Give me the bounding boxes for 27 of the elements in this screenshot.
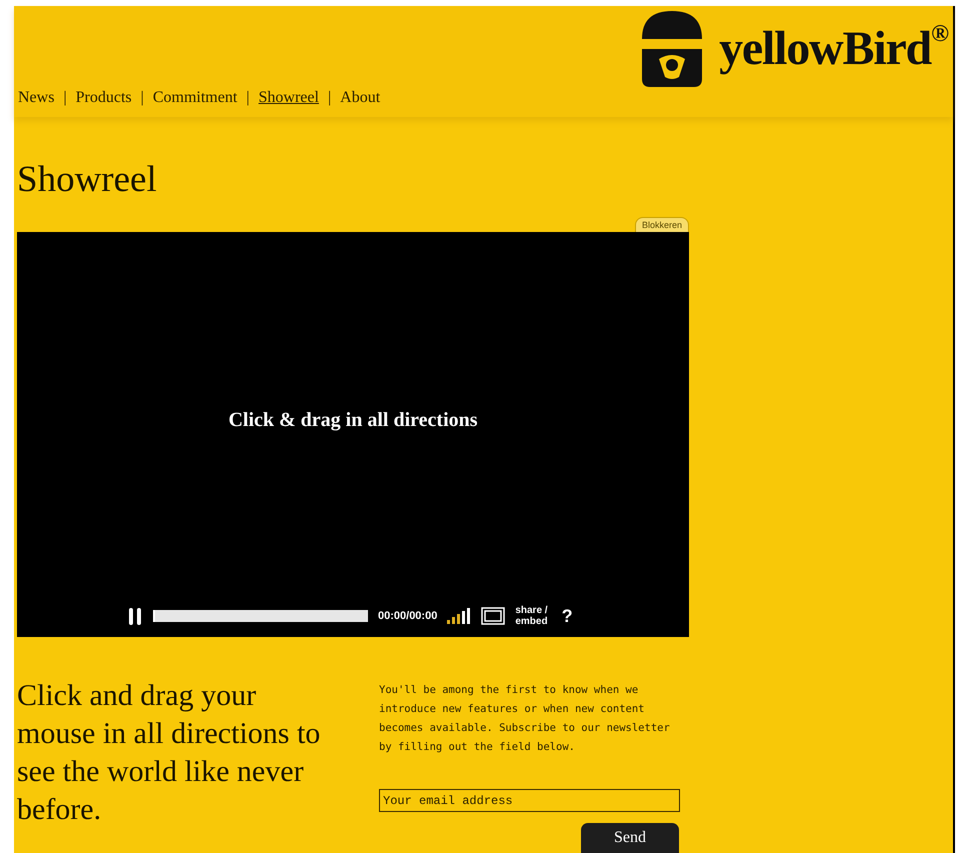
progress-track[interactable] bbox=[153, 610, 368, 622]
nav-link[interactable]: About bbox=[340, 86, 380, 110]
nav-link[interactable]: News bbox=[18, 86, 54, 110]
nav-separator: | bbox=[140, 88, 144, 108]
block-tab[interactable]: Blokkeren bbox=[634, 217, 689, 232]
help-button[interactable]: ? bbox=[562, 602, 573, 630]
pause-icon bbox=[129, 608, 141, 624]
share-embed-button[interactable]: share / embed bbox=[515, 605, 548, 627]
nav-separator: | bbox=[63, 88, 67, 108]
video-player[interactable]: Click & drag in all directions 00:00/00:00 share / embed ? bbox=[17, 232, 689, 637]
registered-mark: ® bbox=[931, 21, 949, 47]
nav-link[interactable]: Products bbox=[76, 86, 132, 110]
tagline: Click and drag your mouse in all directions to see the world like never before. bbox=[17, 678, 322, 828]
video-overlay-text: Click & drag in all directions bbox=[228, 408, 478, 432]
newsletter-text: You'll be among the first to know when we introduce new features or when new content becomes available. Subscribe to our newsletter by filling out the field below. bbox=[379, 683, 671, 755]
send-button[interactable]: Send bbox=[581, 823, 679, 853]
nav-separator: | bbox=[246, 88, 250, 108]
nav-link[interactable]: Commitment bbox=[152, 86, 238, 110]
fullscreen-icon[interactable] bbox=[481, 607, 506, 625]
time-display: 00:00/00:00 bbox=[378, 608, 438, 624]
volume-bars-icon[interactable] bbox=[447, 608, 472, 624]
email-field[interactable]: Your email address bbox=[379, 789, 680, 812]
pause-button[interactable] bbox=[127, 607, 143, 625]
nav-separator: | bbox=[328, 88, 332, 108]
brand-logo: yellowBird bbox=[719, 21, 932, 77]
nav-link[interactable]: Showreel bbox=[258, 86, 319, 110]
page-title: Showreel bbox=[17, 161, 158, 198]
